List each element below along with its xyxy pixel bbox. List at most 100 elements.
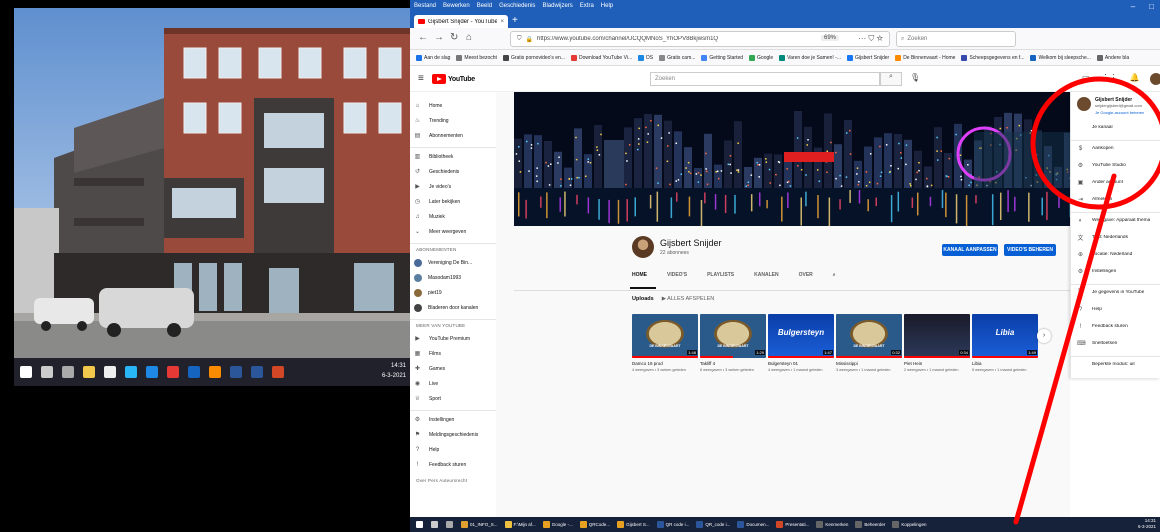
taskbar-item[interactable]: Kenmerken: [816, 521, 848, 528]
bookmark-item[interactable]: Getting Started: [701, 54, 743, 61]
channel-tab-kanalen[interactable]: KANALEN: [754, 272, 778, 284]
word-icon[interactable]: [251, 366, 263, 378]
bookmark-item[interactable]: Andere bla: [1096, 54, 1129, 61]
account-menu-item-taal-nederlands[interactable]: 文 Taal: Nederlands: [1077, 232, 1128, 243]
channel-avatar[interactable]: [632, 236, 654, 258]
manage-videos-button[interactable]: VIDEO'S BEHEREN: [1004, 244, 1056, 256]
home-icon[interactable]: ⌂: [466, 32, 472, 43]
sidebar-item-je-video-s[interactable]: ▶ Je video's: [414, 181, 451, 193]
bookmark-item[interactable]: Welkom bij sleepsche...: [1030, 54, 1091, 61]
file-explorer-icon[interactable]: [83, 366, 95, 378]
taskbar-item[interactable]: Presentati...: [776, 521, 809, 528]
channel-search-icon[interactable]: ⌕: [833, 272, 836, 284]
video-thumbnail[interactable]: DE BINNENVAART 1:48: [632, 314, 698, 358]
video-title[interactable]: Damco 19 prod: [632, 361, 698, 366]
windows-start-icon[interactable]: [416, 521, 423, 528]
sidebar-item-later-bekijken[interactable]: ◷ Later bekijken: [414, 196, 460, 208]
bookmark-item[interactable]: De Binnenvaart - Home: [895, 54, 955, 61]
subscription-item[interactable]: Masodam1993: [414, 272, 461, 284]
menu-item-extra[interactable]: Extra: [580, 3, 594, 9]
taskbar-item[interactable]: Google -...: [542, 521, 573, 528]
apps-icon[interactable]: ⋮⋮: [1102, 73, 1118, 82]
video-title[interactable]: Bulgersteyn 01: [768, 361, 834, 366]
browser-search-input[interactable]: ⌕ Zoeken: [896, 31, 1016, 47]
video-card[interactable]: Libia 1:49 Libia 5 weergaven • 1 maand gele…: [972, 314, 1038, 372]
taskbar-item[interactable]: Gijsbert S...: [617, 521, 650, 528]
app-icon[interactable]: [188, 366, 200, 378]
reload-icon[interactable]: ↻: [450, 32, 458, 43]
sidebar-item-abonnementen[interactable]: ▤ Abonnementen: [414, 130, 463, 142]
minimize-icon[interactable]: –: [1131, 2, 1135, 11]
video-card[interactable]: DE BINNENVAART 1:29 Takliff 4 6 weergaven •…: [700, 314, 766, 372]
new-tab-button[interactable]: +: [512, 15, 518, 27]
channel-tab-home[interactable]: HOME: [632, 272, 647, 284]
youtube-search-input[interactable]: Zoeken: [650, 72, 880, 86]
sidebar-item-muziek[interactable]: ♫ Muziek: [414, 211, 445, 223]
windows-start-icon[interactable]: [20, 366, 32, 378]
sidebar-item-help[interactable]: ? Help: [414, 444, 439, 456]
account-avatar[interactable]: [1150, 73, 1160, 85]
account-menu-item-je-gegevens-in-youtube[interactable]: ⛉ Je gegevens in YouTube: [1077, 287, 1144, 298]
account-menu-item-help[interactable]: ? Help: [1077, 304, 1102, 315]
sidebar-item-live[interactable]: ◉ Live: [414, 378, 438, 390]
notifications-bell-icon[interactable]: 🔔: [1130, 73, 1140, 82]
bookmark-item[interactable]: Meest bezocht: [456, 54, 497, 61]
sidebar-item-sport[interactable]: ♕ Sport: [414, 393, 441, 405]
bookmark-star-icon[interactable]: ··· ⛉ ☆: [858, 34, 883, 44]
taskbar-item[interactable]: 01_INFO_S...: [461, 521, 498, 528]
maximize-icon[interactable]: □: [1149, 2, 1154, 11]
sidebar-item-instellingen[interactable]: ⚙ Instellingen: [414, 414, 455, 426]
account-menu-item-youtube-studio[interactable]: ⚙ YouTube Studio: [1077, 160, 1126, 171]
taskbar-item[interactable]: Documen...: [737, 521, 769, 528]
channel-tab-playlists[interactable]: PLAYLISTS: [707, 272, 734, 284]
manage-google-account-link[interactable]: Je Google-account beheren: [1095, 110, 1144, 115]
forward-icon[interactable]: →: [434, 32, 444, 43]
video-card[interactable]: 0:34 Piet Hein 2 weergaven • 1 maand geled…: [904, 314, 970, 372]
video-thumbnail[interactable]: DE BINNENVAART 0:32: [836, 314, 902, 358]
sidebar-item-meer-weergeven[interactable]: ⌄ Meer weergeven: [414, 226, 466, 238]
search-icon[interactable]: [41, 366, 53, 378]
account-menu-item-aankopen[interactable]: $ Aankopen: [1077, 143, 1114, 154]
store-icon[interactable]: [104, 366, 116, 378]
taskbar-item[interactable]: Beheerder: [855, 521, 885, 528]
menu-item-help[interactable]: Help: [601, 3, 613, 9]
bookmark-item[interactable]: Download YouTube Vi...: [571, 54, 632, 61]
play-all-link[interactable]: ▶ ALLES AFSPELEN: [662, 296, 715, 302]
youtube-logo[interactable]: YouTube: [432, 74, 475, 84]
app-icon[interactable]: [146, 366, 158, 378]
taskbar-item[interactable]: QR code i...: [656, 521, 689, 528]
bookmark-item[interactable]: Varen doe je Samen! -...: [779, 54, 841, 61]
bookmark-item[interactable]: Scheepsgegevens en f...: [961, 54, 1024, 61]
account-menu-item-ander-account[interactable]: ▣ Ander account: [1077, 177, 1123, 188]
video-thumbnail[interactable]: DE BINNENVAART 1:29: [700, 314, 766, 358]
account-menu-item-beperkte-modus-uit[interactable]: Beperkte modus: uit: [1077, 359, 1135, 370]
task-view-icon[interactable]: [446, 521, 453, 528]
word-icon[interactable]: [230, 366, 242, 378]
video-title[interactable]: Libia: [972, 361, 1038, 366]
sidebar-item-trending[interactable]: ♨ Trending: [414, 115, 449, 127]
search-icon[interactable]: [431, 521, 438, 528]
video-title[interactable]: Mississippi: [836, 361, 902, 366]
subscription-item[interactable]: Bladeren door kanalen: [414, 302, 478, 314]
powerpoint-icon[interactable]: [272, 366, 284, 378]
subscription-item[interactable]: Vereniging De Bin...: [414, 257, 472, 269]
account-menu-item-locatie-nederland[interactable]: ⊕ Locatie: Nederland: [1077, 249, 1132, 260]
youtube-search-button[interactable]: ⌕: [880, 72, 902, 86]
bookmark-item[interactable]: Aan de slag: [416, 54, 450, 61]
video-card[interactable]: DE BINNENVAART 1:48 Damco 19 prod 4 weergav…: [632, 314, 698, 372]
account-menu-item-weergave-apparaat-thema[interactable]: ◐ Weergave: Apparaat thema: [1077, 215, 1151, 226]
account-menu-item-sneltoetsen[interactable]: ⌨ Sneltoetsen: [1077, 338, 1117, 349]
subscription-item[interactable]: piet19: [414, 287, 442, 299]
video-card[interactable]: Bulgersteyn 1:47 Bulgersteyn 01 4 weergaven…: [768, 314, 834, 372]
video-title[interactable]: Takliff 4: [700, 361, 766, 366]
hamburger-menu-icon[interactable]: ≡: [418, 73, 424, 84]
video-thumbnail[interactable]: 0:34: [904, 314, 970, 358]
zoom-level[interactable]: 69%: [820, 35, 839, 41]
account-menu-item-feedback-sturen[interactable]: ! Feedback sturen: [1077, 321, 1128, 332]
menu-item-bewerken[interactable]: Bewerken: [443, 3, 470, 9]
task-view-icon[interactable]: [62, 366, 74, 378]
channel-tab-over[interactable]: OVER: [799, 272, 813, 284]
sidebar-item-geschiedenis[interactable]: ↺ Geschiedenis: [414, 166, 459, 178]
bookmark-item[interactable]: DS: [638, 54, 653, 61]
close-tab-icon[interactable]: ×: [500, 19, 504, 25]
